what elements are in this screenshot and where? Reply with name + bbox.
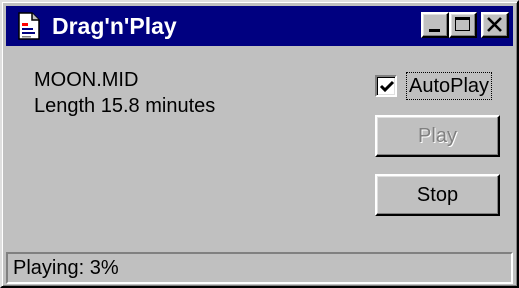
play-button[interactable]: Play — [375, 115, 500, 157]
minimize-icon — [429, 29, 440, 32]
play-button-label: Play — [418, 125, 457, 147]
autoplay-label[interactable]: AutoPlay — [406, 72, 493, 100]
file-name: MOON.MID — [34, 69, 139, 91]
stop-button[interactable]: Stop — [375, 174, 500, 216]
window-title: Drag'n'Play — [52, 13, 177, 39]
checkmark-icon — [379, 80, 395, 93]
close-icon — [487, 17, 502, 32]
stop-button-label: Stop — [416, 184, 459, 206]
title-bar[interactable]: Drag'n'Play — [6, 6, 513, 46]
autoplay-checkbox-box[interactable] — [375, 75, 397, 97]
status-bar: Playing: 3% — [6, 252, 513, 284]
minimize-button[interactable] — [421, 12, 449, 38]
file-length: Length 15.8 minutes — [34, 94, 215, 118]
length-value: 15.8 — [100, 95, 140, 117]
length-label: Length — [34, 95, 96, 117]
close-button[interactable] — [481, 12, 509, 38]
maximize-icon — [455, 17, 470, 31]
app-window: Drag'n'Play MOON.MID Length 15.8 minutes… — [0, 0, 519, 288]
length-unit: minutes — [145, 95, 216, 117]
maximize-button[interactable] — [449, 12, 477, 38]
document-icon[interactable] — [14, 11, 44, 41]
status-text: Playing: 3% — [13, 257, 119, 279]
autoplay-checkbox[interactable]: AutoPlay — [375, 70, 500, 102]
